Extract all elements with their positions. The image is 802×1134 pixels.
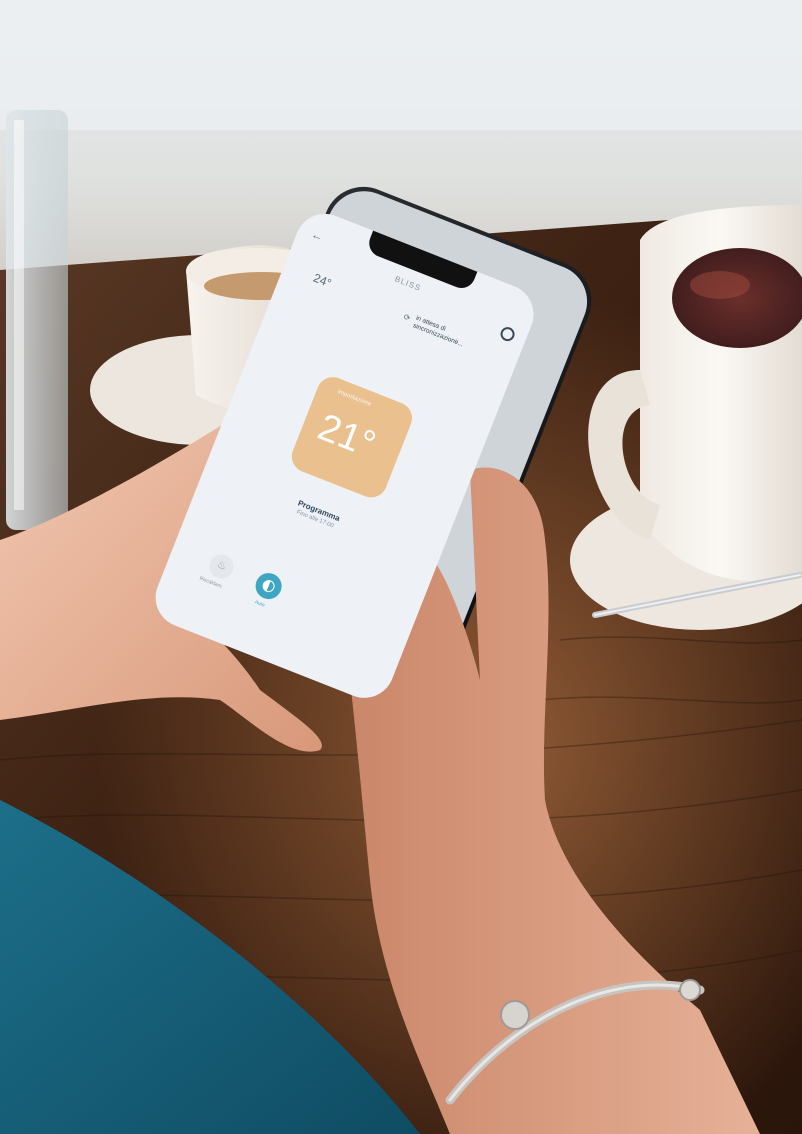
photo-scene: ← BLISS 24° ⟳ in attesa di sincronizzazi… [0,0,802,1134]
